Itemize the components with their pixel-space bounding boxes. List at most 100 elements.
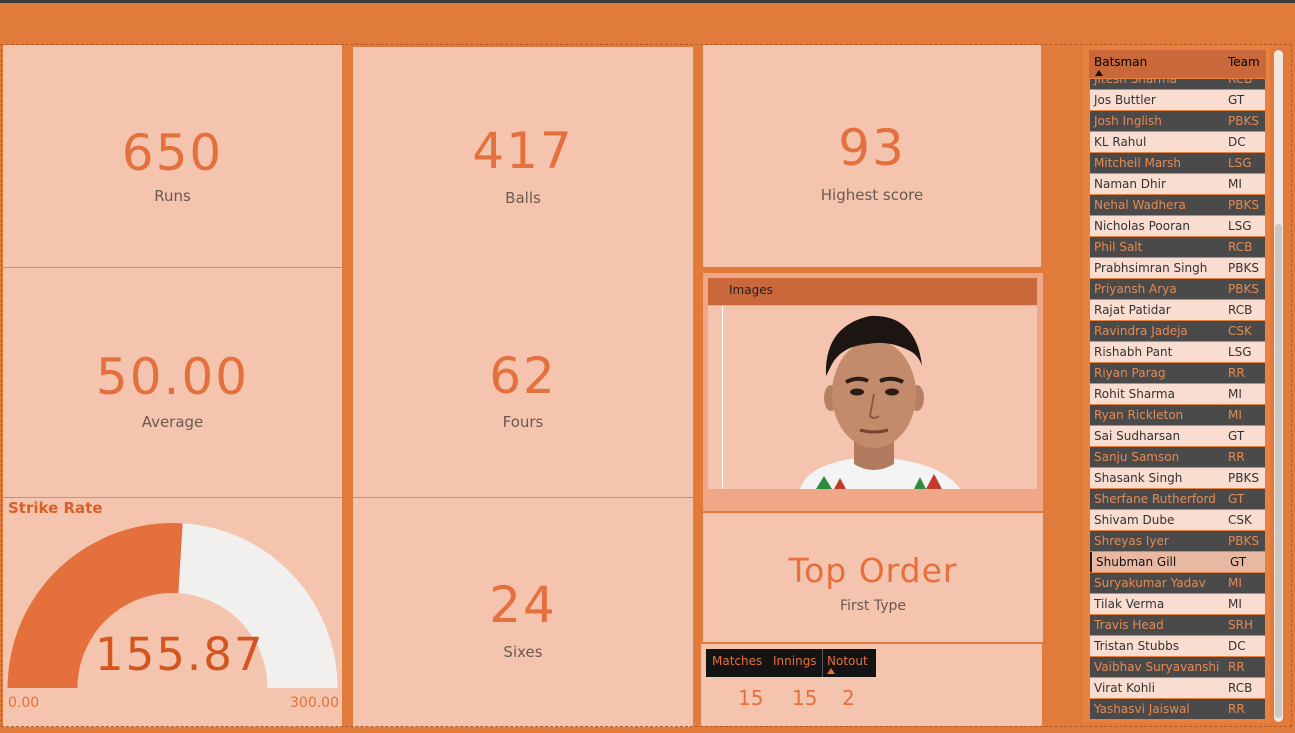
images-header-label: Images: [729, 283, 773, 297]
table-row[interactable]: Priyansh Arya PBKS: [1090, 279, 1265, 299]
team-code: RR: [1228, 450, 1245, 464]
team-code: GT: [1228, 429, 1245, 443]
average-kpi[interactable]: 50.00 Average: [3, 348, 342, 448]
sixes-value: 24: [489, 576, 557, 634]
innings-header[interactable]: Innings: [773, 654, 817, 668]
average-label: Average: [141, 413, 204, 431]
team-code: PBKS: [1228, 282, 1259, 296]
batsman-name: Suryakumar Yadav: [1094, 576, 1206, 590]
player-photo: [708, 306, 1037, 489]
table-row[interactable]: Shreyas Iyer PBKS: [1090, 531, 1265, 551]
table-row[interactable]: Prabhsimran Singh PBKS: [1090, 258, 1265, 278]
divider: [3, 267, 342, 268]
balls-kpi[interactable]: 417 Balls: [353, 122, 693, 222]
batsman-name: Rajat Patidar: [1094, 303, 1171, 317]
images-header[interactable]: Images: [708, 278, 1037, 305]
table-row[interactable]: Vaibhav Suryavanshi RR: [1090, 657, 1265, 677]
table-row[interactable]: Travis Head SRH: [1090, 615, 1265, 635]
batsman-name: Priyansh Arya: [1094, 282, 1177, 296]
table-row[interactable]: Ravindra Jadeja CSK: [1090, 321, 1265, 341]
batsman-column-header[interactable]: Batsman: [1094, 55, 1147, 69]
table-row[interactable]: Sherfane Rutherford GT: [1090, 489, 1265, 509]
batsman-name: Nicholas Pooran: [1094, 219, 1190, 233]
notout-header[interactable]: Notout: [827, 654, 868, 668]
team-code: LSG: [1228, 345, 1252, 359]
table-row[interactable]: Rajat Patidar RCB: [1090, 300, 1265, 320]
batsman-name: Ravindra Jadeja: [1094, 324, 1188, 338]
team-code: RCB: [1228, 303, 1253, 317]
balls-value: 417: [472, 122, 574, 180]
runs-value: 650: [121, 124, 224, 182]
batsman-name: Sai Sudharsan: [1094, 429, 1181, 443]
team-code: MI: [1228, 387, 1242, 401]
team-code: RR: [1228, 660, 1245, 674]
gauge-min-label: 0.00: [8, 695, 40, 711]
fours-value: 62: [489, 347, 557, 405]
table-row[interactable]: Rishabh Pant LSG: [1090, 342, 1265, 362]
sixes-kpi[interactable]: 24 Sixes: [353, 576, 693, 676]
table-row[interactable]: Shivam Dube CSK: [1090, 510, 1265, 530]
table-row[interactable]: Virat Kohli RCB: [1090, 678, 1265, 698]
table-row[interactable]: Jitesh Sharma RCB: [1090, 79, 1265, 89]
matches-header[interactable]: Matches: [712, 654, 762, 668]
sixes-label: Sixes: [503, 643, 543, 661]
table-row[interactable]: KL Rahul DC: [1090, 132, 1265, 152]
batsman-name: Phil Salt: [1094, 240, 1143, 254]
fours-kpi[interactable]: 62 Fours: [353, 347, 693, 447]
batsman-name: Tilak Verma: [1094, 597, 1165, 611]
table-row[interactable]: Sai Sudharsan GT: [1090, 426, 1265, 446]
highest-label: Highest score: [820, 186, 924, 204]
batsman-name: Josh Inglish: [1094, 114, 1162, 128]
team-code: GT: [1230, 555, 1247, 569]
window-top-border: [0, 0, 1295, 3]
header-separator: [822, 649, 823, 677]
table-row[interactable]: Shasank Singh PBKS: [1090, 468, 1265, 488]
batsman-name: Travis Head: [1094, 618, 1164, 632]
sort-asc-icon: [827, 668, 835, 674]
table-row[interactable]: Sanju Samson RR: [1090, 447, 1265, 467]
table-row[interactable]: Josh Inglish PBKS: [1090, 111, 1265, 131]
table-row[interactable]: Tristan Stubbs DC: [1090, 636, 1265, 656]
team-code: PBKS: [1228, 471, 1259, 485]
batsman-name: Mitchell Marsh: [1094, 156, 1181, 170]
table-row[interactable]: Mitchell Marsh LSG: [1090, 153, 1265, 173]
team-code: MI: [1228, 597, 1242, 611]
batsman-name: Jos Buttler: [1094, 93, 1156, 107]
balls-label: Balls: [505, 189, 541, 207]
average-value: 50.00: [95, 348, 250, 406]
fours-label: Fours: [502, 413, 544, 431]
table-row[interactable]: Riyan Parag RR: [1090, 363, 1265, 383]
table-row[interactable]: Shubman Gill GT: [1090, 552, 1265, 572]
team-code: DC: [1228, 135, 1246, 149]
team-code: RCB: [1228, 79, 1253, 86]
table-row[interactable]: Tilak Verma MI: [1090, 594, 1265, 614]
scrollbar-thumb[interactable]: [1275, 224, 1282, 718]
table-row[interactable]: Nehal Wadhera PBKS: [1090, 195, 1265, 215]
team-code: RCB: [1228, 240, 1253, 254]
table-row[interactable]: Suryakumar Yadav MI: [1090, 573, 1265, 593]
batsman-name: Vaibhav Suryavanshi: [1094, 660, 1220, 674]
table-row[interactable]: Rohit Sharma MI: [1090, 384, 1265, 404]
table-row[interactable]: Ryan Rickleton MI: [1090, 405, 1265, 425]
notout-value: 2: [842, 686, 855, 710]
team-code: RR: [1228, 366, 1245, 380]
runs-kpi[interactable]: 650 Runs: [3, 120, 342, 220]
table-row[interactable]: Jos Buttler GT: [1090, 90, 1265, 110]
stats-table-header: Matches Innings Notout: [706, 649, 876, 677]
gauge-max-label: 300.00: [290, 695, 339, 711]
batsman-name: Prabhsimran Singh: [1094, 261, 1208, 275]
innings-value: 15: [792, 686, 818, 710]
runs-label: Runs: [154, 187, 191, 205]
team-code: RR: [1228, 702, 1245, 716]
table-row[interactable]: Phil Salt RCB: [1090, 237, 1265, 257]
highest-score-card[interactable]: 93 Highest score: [703, 45, 1041, 267]
team-column-header[interactable]: Team: [1228, 55, 1260, 69]
table-row[interactable]: Nicholas Pooran LSG: [1090, 216, 1265, 236]
team-code: MI: [1228, 408, 1242, 422]
table-row[interactable]: Yashasvi Jaiswal RR: [1090, 699, 1265, 719]
team-code: DC: [1228, 639, 1246, 653]
batsman-table-body[interactable]: Jitesh Sharma RCB Jos Buttler GT Josh Inglis…: [1090, 79, 1265, 722]
gauge-value: 155.87: [95, 628, 265, 681]
batsman-name: Yashasvi Jaiswal: [1094, 702, 1190, 716]
table-row[interactable]: Naman Dhir MI: [1090, 174, 1265, 194]
